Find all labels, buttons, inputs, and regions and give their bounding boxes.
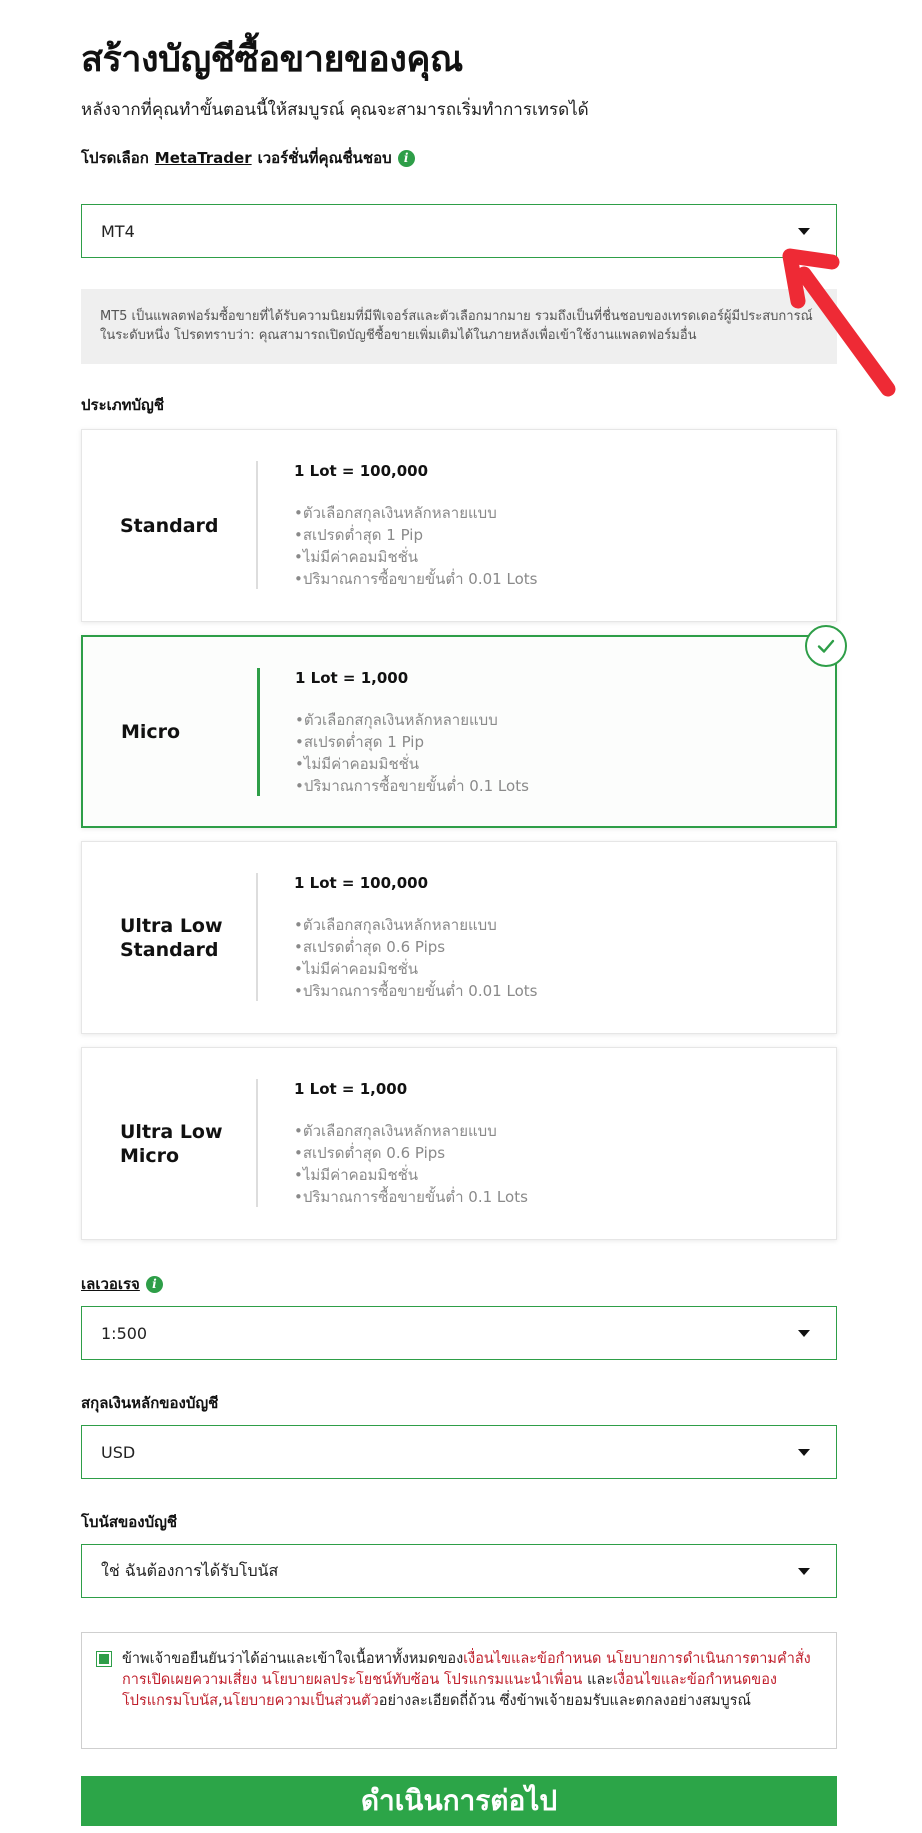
- card-divider: [257, 668, 260, 796]
- platform-note: MT5 เป็นแพลตฟอร์มซื้อขายที่ได้รับความนิย…: [81, 289, 837, 364]
- platform-selected-value: MT4: [101, 221, 135, 241]
- account-creation-page: สร้างบัญชีซื้อขายของคุณ หลังจากที่คุณทำข…: [0, 0, 922, 1833]
- leverage-select[interactable]: 1:500: [81, 1306, 837, 1360]
- terms-conditions-link[interactable]: เงื่อนไขและข้อกำหนด: [463, 1651, 601, 1667]
- info-icon[interactable]: i: [397, 149, 415, 167]
- annotation-arrow-icon: [782, 248, 896, 397]
- leverage-link[interactable]: เลเวอเรจ: [81, 1272, 140, 1296]
- card-name: Standard: [120, 514, 219, 537]
- card-feature: •ปริมาณการซื้อขายขั้นต่ำ 0.01 Lots: [294, 982, 538, 1000]
- bonus-label: โบนัสของบัญชี: [81, 1513, 178, 1531]
- account-card-standard[interactable]: Standard 1 Lot = 100,000 •ตัวเลือกสกุลเง…: [81, 429, 837, 622]
- card-feature: •ปริมาณการซื้อขายขั้นต่ำ 0.1 Lots: [295, 777, 529, 795]
- continue-button[interactable]: ดำเนินการต่อไป: [81, 1776, 837, 1826]
- execution-policy-link[interactable]: นโยบายการดำเนินการตามคำสั่ง: [606, 1651, 811, 1667]
- page-subtitle: หลังจากที่คุณทำขั้นตอนนี้ให้สมบูรณ์ คุณจ…: [81, 100, 589, 120]
- caret-down-icon: [798, 1568, 810, 1575]
- card-divider: [256, 873, 258, 1001]
- platform-label-suffix: เวอร์ชั่นที่คุณชื่นชอบ: [257, 149, 392, 167]
- card-feature-list: •ตัวเลือกสกุลเงินหลักหลายแบบ •สเปรดต่ำสุ…: [295, 709, 529, 797]
- terms-checkbox[interactable]: [96, 1651, 112, 1667]
- caret-down-icon: [798, 228, 810, 235]
- card-feature-list: •ตัวเลือกสกุลเงินหลักหลายแบบ •สเปรดต่ำสุ…: [294, 914, 537, 1002]
- terms-box: ข้าพเจ้าขอยืนยันว่าได้อ่านและเข้าใจเนื้อ…: [81, 1632, 837, 1749]
- account-type-label: ประเภทบัญชี: [81, 396, 165, 414]
- card-feature: •ตัวเลือกสกุลเงินหลักหลายแบบ: [294, 1122, 497, 1140]
- card-divider: [256, 461, 258, 589]
- card-lot-size: 1 Lot = 100,000: [294, 874, 429, 892]
- platform-label: โปรดเลือก MetaTrader เวอร์ชั่นที่คุณชื่น…: [81, 146, 415, 170]
- checkbox-checked-mark: [99, 1654, 109, 1664]
- terms-text: ข้าพเจ้าขอยืนยันว่าได้อ่านและเข้าใจเนื้อ…: [122, 1651, 811, 1709]
- card-feature: •ตัวเลือกสกุลเงินหลักหลายแบบ: [294, 916, 497, 934]
- card-divider: [256, 1079, 258, 1207]
- currency-selected-value: USD: [101, 1442, 136, 1462]
- card-feature: •ตัวเลือกสกุลเงินหลักหลายแบบ: [294, 504, 497, 522]
- card-feature: •สเปรดต่ำสุด 1 Pip: [294, 526, 423, 544]
- card-lot-size: 1 Lot = 1,000: [294, 1080, 408, 1098]
- metatrader-link[interactable]: MetaTrader: [155, 149, 252, 167]
- card-feature: •สเปรดต่ำสุด 0.6 Pips: [294, 938, 446, 956]
- card-name: Micro: [121, 720, 181, 743]
- card-feature: •สเปรดต่ำสุด 1 Pip: [295, 733, 424, 751]
- bonus-selected-value: ใช่ ฉันต้องการได้รับโบนัส: [101, 1560, 279, 1580]
- leverage-label: เลเวอเรจ i: [81, 1272, 163, 1296]
- page-title: สร้างบัญชีซื้อขายของคุณ: [81, 39, 463, 80]
- card-feature: •สเปรดต่ำสุด 0.6 Pips: [294, 1144, 446, 1162]
- privacy-policy-link[interactable]: นโยบายความเป็นส่วนตัว: [223, 1693, 379, 1709]
- card-feature: •ปริมาณการซื้อขายขั้นต่ำ 0.01 Lots: [294, 570, 538, 588]
- platform-label-prefix: โปรดเลือก: [81, 149, 149, 167]
- card-name: Ultra Low Micro: [120, 1120, 223, 1167]
- platform-select[interactable]: MT4: [81, 204, 837, 258]
- card-feature: •ตัวเลือกสกุลเงินหลักหลายแบบ: [295, 711, 498, 729]
- selected-check-icon: [805, 625, 847, 667]
- card-feature: •ไม่มีค่าคอมมิชชั่น: [294, 960, 419, 978]
- card-lot-size: 1 Lot = 1,000: [295, 669, 409, 687]
- card-feature: •ไม่มีค่าคอมมิชชั่น: [294, 548, 419, 566]
- account-card-ultra-low-micro[interactable]: Ultra Low Micro 1 Lot = 1,000 •ตัวเลือกส…: [81, 1047, 837, 1240]
- card-feature-list: •ตัวเลือกสกุลเงินหลักหลายแบบ •สเปรดต่ำสุ…: [294, 1120, 528, 1208]
- card-feature: •ปริมาณการซื้อขายขั้นต่ำ 0.1 Lots: [294, 1188, 528, 1206]
- currency-label: สกุลเงินหลักของบัญชี: [81, 1394, 219, 1412]
- account-card-ultra-low-standard[interactable]: Ultra Low Standard 1 Lot = 100,000 •ตัวเ…: [81, 841, 837, 1034]
- risk-disclosure-link[interactable]: การเปิดเผยความเสี่ยง: [122, 1672, 257, 1688]
- bonus-select[interactable]: ใช่ ฉันต้องการได้รับโบนัส: [81, 1544, 837, 1598]
- account-card-micro[interactable]: Micro 1 Lot = 1,000 •ตัวเลือกสกุลเงินหลั…: [81, 625, 847, 828]
- currency-select[interactable]: USD: [81, 1425, 837, 1479]
- caret-down-icon: [798, 1330, 810, 1337]
- conflict-of-interest-link[interactable]: นโยบายผลประโยชน์ทับซ้อน: [262, 1672, 439, 1688]
- card-lot-size: 1 Lot = 100,000: [294, 462, 429, 480]
- info-icon[interactable]: i: [145, 1275, 163, 1293]
- card-feature: •ไม่มีค่าคอมมิชชั่น: [295, 755, 420, 773]
- card-name: Ultra Low Standard: [120, 914, 223, 961]
- card-feature-list: •ตัวเลือกสกุลเงินหลักหลายแบบ •สเปรดต่ำสุ…: [294, 502, 537, 590]
- leverage-selected-value: 1:500: [101, 1323, 148, 1343]
- referral-program-link[interactable]: โปรแกรมแนะนำเพื่อน: [444, 1672, 583, 1688]
- caret-down-icon: [798, 1449, 810, 1456]
- card-feature: •ไม่มีค่าคอมมิชชั่น: [294, 1166, 419, 1184]
